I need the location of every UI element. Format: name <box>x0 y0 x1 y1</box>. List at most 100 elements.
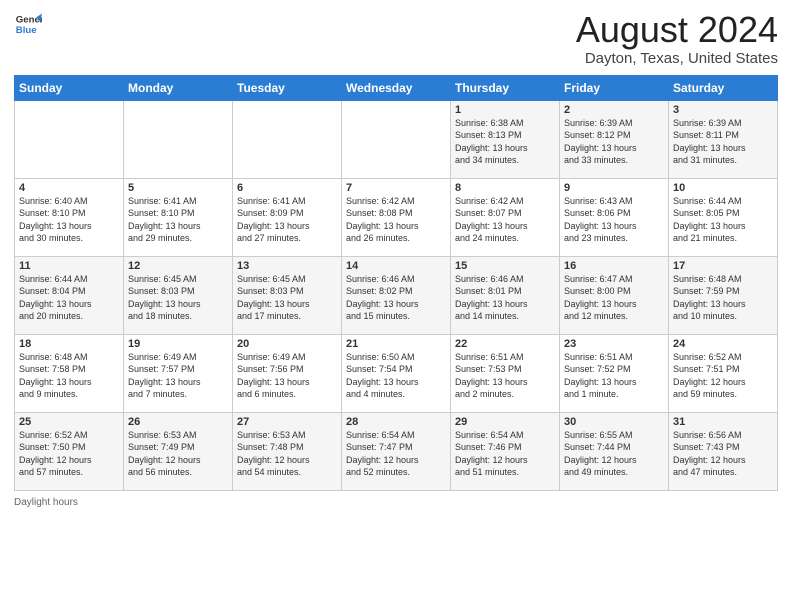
day-header-sunday: Sunday <box>15 75 124 100</box>
day-info: Sunrise: 6:53 AM Sunset: 7:48 PM Dayligh… <box>237 429 337 479</box>
day-number: 19 <box>128 338 228 350</box>
day-number: 29 <box>455 416 555 428</box>
day-info: Sunrise: 6:49 AM Sunset: 7:57 PM Dayligh… <box>128 351 228 401</box>
calendar-cell: 1Sunrise: 6:38 AM Sunset: 8:13 PM Daylig… <box>451 100 560 178</box>
day-number: 3 <box>673 104 773 116</box>
day-info: Sunrise: 6:49 AM Sunset: 7:56 PM Dayligh… <box>237 351 337 401</box>
calendar-cell: 24Sunrise: 6:52 AM Sunset: 7:51 PM Dayli… <box>669 334 778 412</box>
week-row-3: 11Sunrise: 6:44 AM Sunset: 8:04 PM Dayli… <box>15 256 778 334</box>
day-info: Sunrise: 6:48 AM Sunset: 7:58 PM Dayligh… <box>19 351 119 401</box>
calendar-cell: 27Sunrise: 6:53 AM Sunset: 7:48 PM Dayli… <box>233 412 342 490</box>
day-info: Sunrise: 6:47 AM Sunset: 8:00 PM Dayligh… <box>564 273 664 323</box>
calendar-cell: 14Sunrise: 6:46 AM Sunset: 8:02 PM Dayli… <box>342 256 451 334</box>
day-info: Sunrise: 6:53 AM Sunset: 7:49 PM Dayligh… <box>128 429 228 479</box>
day-number: 24 <box>673 338 773 350</box>
calendar-cell <box>233 100 342 178</box>
calendar-cell: 2Sunrise: 6:39 AM Sunset: 8:12 PM Daylig… <box>560 100 669 178</box>
calendar-cell: 9Sunrise: 6:43 AM Sunset: 8:06 PM Daylig… <box>560 178 669 256</box>
week-row-2: 4Sunrise: 6:40 AM Sunset: 8:10 PM Daylig… <box>15 178 778 256</box>
day-info: Sunrise: 6:51 AM Sunset: 7:52 PM Dayligh… <box>564 351 664 401</box>
calendar-cell: 5Sunrise: 6:41 AM Sunset: 8:10 PM Daylig… <box>124 178 233 256</box>
calendar-cell: 26Sunrise: 6:53 AM Sunset: 7:49 PM Dayli… <box>124 412 233 490</box>
day-info: Sunrise: 6:54 AM Sunset: 7:46 PM Dayligh… <box>455 429 555 479</box>
svg-text:Blue: Blue <box>16 25 37 36</box>
day-number: 26 <box>128 416 228 428</box>
logo: General Blue <box>14 10 42 38</box>
calendar-cell: 13Sunrise: 6:45 AM Sunset: 8:03 PM Dayli… <box>233 256 342 334</box>
calendar-cell: 10Sunrise: 6:44 AM Sunset: 8:05 PM Dayli… <box>669 178 778 256</box>
day-number: 5 <box>128 182 228 194</box>
day-info: Sunrise: 6:52 AM Sunset: 7:50 PM Dayligh… <box>19 429 119 479</box>
day-info: Sunrise: 6:41 AM Sunset: 8:10 PM Dayligh… <box>128 195 228 245</box>
calendar-cell: 30Sunrise: 6:55 AM Sunset: 7:44 PM Dayli… <box>560 412 669 490</box>
day-info: Sunrise: 6:56 AM Sunset: 7:43 PM Dayligh… <box>673 429 773 479</box>
calendar-cell: 31Sunrise: 6:56 AM Sunset: 7:43 PM Dayli… <box>669 412 778 490</box>
day-info: Sunrise: 6:48 AM Sunset: 7:59 PM Dayligh… <box>673 273 773 323</box>
calendar-cell <box>342 100 451 178</box>
calendar-cell: 21Sunrise: 6:50 AM Sunset: 7:54 PM Dayli… <box>342 334 451 412</box>
day-number: 25 <box>19 416 119 428</box>
day-info: Sunrise: 6:50 AM Sunset: 7:54 PM Dayligh… <box>346 351 446 401</box>
day-number: 15 <box>455 260 555 272</box>
day-info: Sunrise: 6:39 AM Sunset: 8:11 PM Dayligh… <box>673 117 773 167</box>
day-info: Sunrise: 6:42 AM Sunset: 8:07 PM Dayligh… <box>455 195 555 245</box>
day-number: 7 <box>346 182 446 194</box>
day-info: Sunrise: 6:54 AM Sunset: 7:47 PM Dayligh… <box>346 429 446 479</box>
day-number: 21 <box>346 338 446 350</box>
day-info: Sunrise: 6:51 AM Sunset: 7:53 PM Dayligh… <box>455 351 555 401</box>
calendar-cell <box>124 100 233 178</box>
day-number: 20 <box>237 338 337 350</box>
day-number: 10 <box>673 182 773 194</box>
calendar-cell: 17Sunrise: 6:48 AM Sunset: 7:59 PM Dayli… <box>669 256 778 334</box>
day-number: 11 <box>19 260 119 272</box>
day-info: Sunrise: 6:42 AM Sunset: 8:08 PM Dayligh… <box>346 195 446 245</box>
footer-label: Daylight hours <box>14 497 78 508</box>
day-info: Sunrise: 6:39 AM Sunset: 8:12 PM Dayligh… <box>564 117 664 167</box>
location: Dayton, Texas, United States <box>576 50 778 67</box>
day-info: Sunrise: 6:46 AM Sunset: 8:02 PM Dayligh… <box>346 273 446 323</box>
day-number: 13 <box>237 260 337 272</box>
header: General Blue August 2024 Dayton, Texas, … <box>14 10 778 67</box>
calendar-header-row: SundayMondayTuesdayWednesdayThursdayFrid… <box>15 75 778 100</box>
day-info: Sunrise: 6:44 AM Sunset: 8:05 PM Dayligh… <box>673 195 773 245</box>
week-row-5: 25Sunrise: 6:52 AM Sunset: 7:50 PM Dayli… <box>15 412 778 490</box>
title-block: August 2024 Dayton, Texas, United States <box>576 10 778 67</box>
week-row-1: 1Sunrise: 6:38 AM Sunset: 8:13 PM Daylig… <box>15 100 778 178</box>
logo-icon: General Blue <box>14 10 42 38</box>
calendar-cell: 22Sunrise: 6:51 AM Sunset: 7:53 PM Dayli… <box>451 334 560 412</box>
day-number: 22 <box>455 338 555 350</box>
calendar-cell: 19Sunrise: 6:49 AM Sunset: 7:57 PM Dayli… <box>124 334 233 412</box>
calendar-cell: 6Sunrise: 6:41 AM Sunset: 8:09 PM Daylig… <box>233 178 342 256</box>
month-title: August 2024 <box>576 10 778 50</box>
day-header-tuesday: Tuesday <box>233 75 342 100</box>
calendar-cell: 7Sunrise: 6:42 AM Sunset: 8:08 PM Daylig… <box>342 178 451 256</box>
day-number: 6 <box>237 182 337 194</box>
day-number: 28 <box>346 416 446 428</box>
day-number: 31 <box>673 416 773 428</box>
calendar-table: SundayMondayTuesdayWednesdayThursdayFrid… <box>14 75 778 491</box>
calendar-cell <box>15 100 124 178</box>
day-header-thursday: Thursday <box>451 75 560 100</box>
calendar-cell: 18Sunrise: 6:48 AM Sunset: 7:58 PM Dayli… <box>15 334 124 412</box>
calendar-cell: 11Sunrise: 6:44 AM Sunset: 8:04 PM Dayli… <box>15 256 124 334</box>
day-number: 1 <box>455 104 555 116</box>
day-info: Sunrise: 6:41 AM Sunset: 8:09 PM Dayligh… <box>237 195 337 245</box>
calendar-cell: 28Sunrise: 6:54 AM Sunset: 7:47 PM Dayli… <box>342 412 451 490</box>
calendar-cell: 23Sunrise: 6:51 AM Sunset: 7:52 PM Dayli… <box>560 334 669 412</box>
svg-text:General: General <box>16 14 42 25</box>
calendar-cell: 20Sunrise: 6:49 AM Sunset: 7:56 PM Dayli… <box>233 334 342 412</box>
day-info: Sunrise: 6:55 AM Sunset: 7:44 PM Dayligh… <box>564 429 664 479</box>
calendar-cell: 8Sunrise: 6:42 AM Sunset: 8:07 PM Daylig… <box>451 178 560 256</box>
day-number: 14 <box>346 260 446 272</box>
calendar-cell: 4Sunrise: 6:40 AM Sunset: 8:10 PM Daylig… <box>15 178 124 256</box>
calendar-cell: 3Sunrise: 6:39 AM Sunset: 8:11 PM Daylig… <box>669 100 778 178</box>
day-number: 8 <box>455 182 555 194</box>
day-info: Sunrise: 6:43 AM Sunset: 8:06 PM Dayligh… <box>564 195 664 245</box>
day-header-wednesday: Wednesday <box>342 75 451 100</box>
day-number: 23 <box>564 338 664 350</box>
day-info: Sunrise: 6:44 AM Sunset: 8:04 PM Dayligh… <box>19 273 119 323</box>
day-info: Sunrise: 6:46 AM Sunset: 8:01 PM Dayligh… <box>455 273 555 323</box>
day-number: 27 <box>237 416 337 428</box>
day-number: 17 <box>673 260 773 272</box>
day-number: 16 <box>564 260 664 272</box>
